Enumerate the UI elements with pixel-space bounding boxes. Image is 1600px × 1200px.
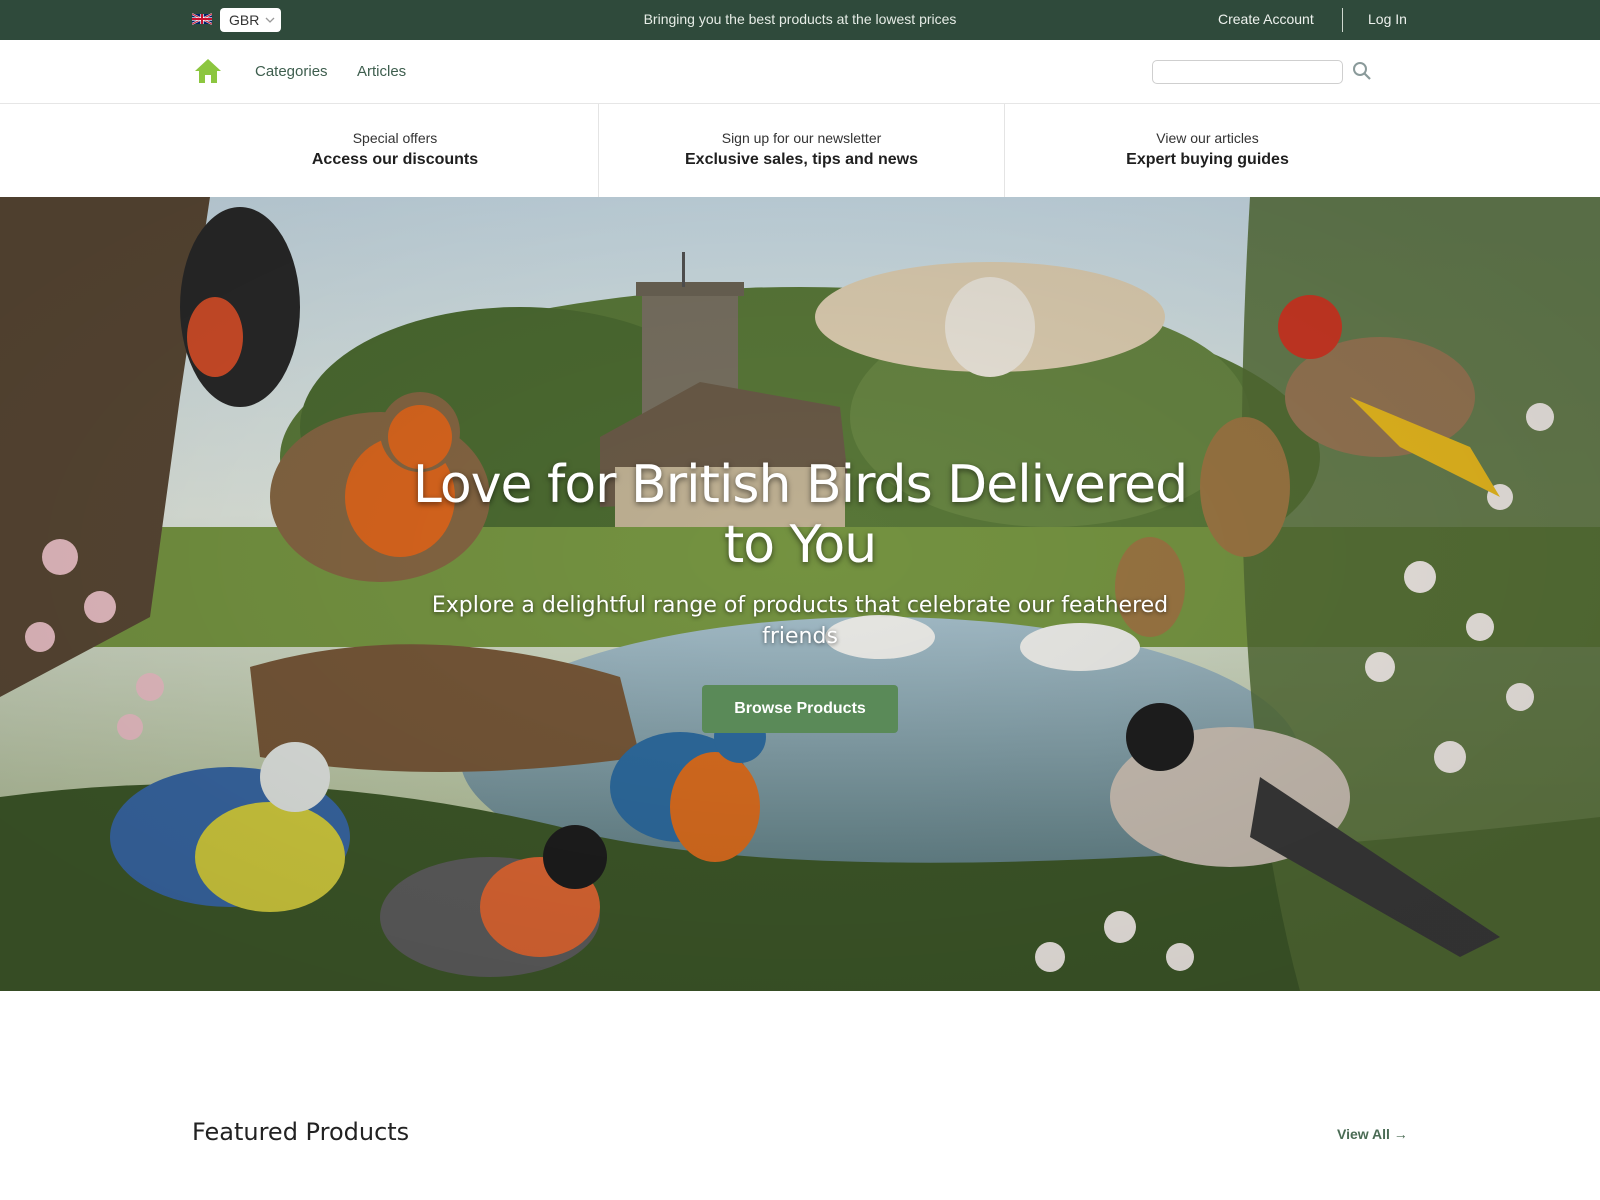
promo-articles[interactable]: View our articles Expert buying guides: [1004, 104, 1410, 197]
promo-heading: Expert buying guides: [1126, 151, 1289, 168]
search-icon[interactable]: [1352, 61, 1372, 81]
top-bar: GBR Bringing you the best products at th…: [0, 0, 1600, 40]
promo-heading: Access our discounts: [311, 151, 479, 168]
promo-heading: Exclusive sales, tips and news: [685, 151, 918, 168]
main-nav: Categories Articles: [0, 40, 1600, 104]
hero-subtitle: Explore a delightful range of products t…: [420, 590, 1180, 652]
hero-title: Love for British Birds Delivered to You: [300, 455, 1300, 575]
nav-categories-link[interactable]: Categories: [255, 63, 328, 80]
hero-banner: Love for British Birds Delivered to You …: [0, 197, 1600, 991]
featured-products-heading: Featured Products: [192, 1118, 410, 1146]
promo-label: Special offers: [352, 130, 438, 146]
promo-label: View our articles: [1156, 130, 1259, 146]
view-all-link[interactable]: View All →: [1337, 1126, 1408, 1142]
divider: [1342, 8, 1343, 32]
promo-label: Sign up for our newsletter: [721, 130, 882, 146]
search-input[interactable]: [1152, 60, 1343, 84]
browse-products-button[interactable]: Browse Products: [702, 685, 898, 733]
hero-subtitle-line: friends: [762, 624, 838, 649]
hero-title-line: to You: [723, 515, 877, 575]
nav-articles-link[interactable]: Articles: [357, 63, 406, 80]
promo-newsletter[interactable]: Sign up for our newsletter Exclusive sal…: [598, 104, 1004, 197]
promo-strip: Special offers Access our discounts Sign…: [0, 104, 1600, 197]
create-account-link[interactable]: Create Account: [1218, 11, 1314, 27]
tagline: Bringing you the best products at the lo…: [643, 11, 957, 27]
promo-special-offers[interactable]: Special offers Access our discounts: [192, 104, 598, 197]
hero-subtitle-line: Explore a delightful range of products t…: [431, 593, 1169, 618]
login-link[interactable]: Log In: [1368, 11, 1407, 27]
hero-title-line: Love for British Birds Delivered: [412, 455, 1188, 515]
home-icon[interactable]: [194, 58, 222, 84]
